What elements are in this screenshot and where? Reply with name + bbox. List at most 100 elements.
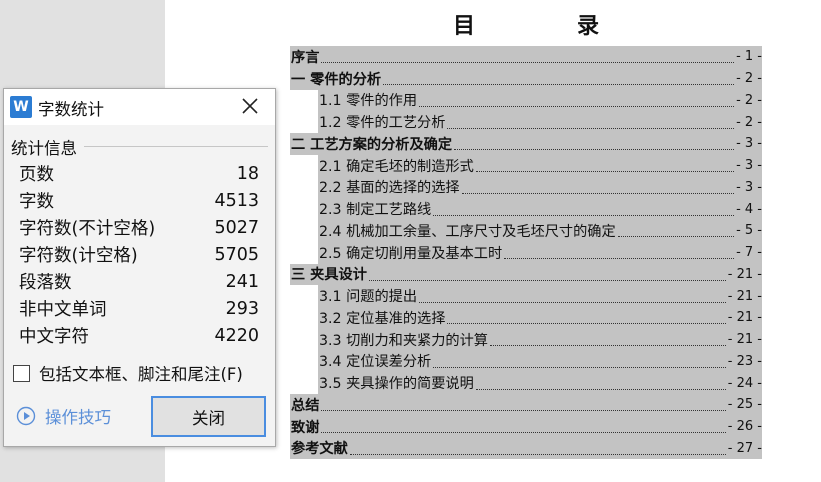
toc-entry[interactable]: 3.2 定位基准的选择 - 21 - (290, 307, 762, 329)
toc-title: 目 录 (452, 13, 639, 39)
toc-leader-dots (617, 224, 735, 238)
toc-entry-text: 3.2 定位基准的选择 (319, 310, 446, 327)
toc-entry[interactable]: 3.1 问题的提出 - 21 - (290, 285, 762, 307)
toc-entry-page: - 7 - (736, 245, 762, 261)
stat-label: 字符数(不计空格) (19, 219, 156, 239)
toc-entry-page: - 21 - (727, 332, 762, 348)
dialog-title: 字数统计 (38, 100, 104, 119)
include-textbox-footnote-checkbox[interactable] (13, 364, 30, 382)
toc-entry-text: 三 夹具设计 (291, 267, 367, 284)
toc-entry-page: - 26 - (727, 419, 762, 435)
toc-entry-page: - 23 - (727, 353, 762, 369)
checkbox-label: 包括文本框、脚注和尾注(F) (39, 365, 243, 384)
toc-leader-dots (489, 333, 726, 347)
toc-leader-dots (433, 203, 735, 216)
toc-leader-dots (419, 290, 726, 303)
toc-entry[interactable]: 一 零件的分析 - 2 - (290, 67, 762, 90)
toc-entry-page: - 2 - (736, 71, 762, 87)
toc-entry-page: - 3 - (736, 158, 762, 174)
toc-entry-text: 1.1 零件的作用 (319, 93, 418, 110)
close-button[interactable]: 关闭 (151, 396, 266, 437)
toc-entry-text: 2.2 基面的选择的选择 (319, 180, 460, 197)
stat-row: 字符数(不计空格) 5027 (19, 214, 259, 241)
toc-entry-text: 序言 (291, 49, 320, 66)
toc-entry-text: 一 零件的分析 (291, 71, 382, 88)
toc-entry-text: 2.5 确定切削用量及基本工时 (319, 245, 503, 262)
toc-entry[interactable]: 3.3 切削力和夹紧力的计算 - 21 - (290, 328, 762, 351)
toc-leader-dots (383, 72, 735, 86)
toc-entry[interactable]: 1.2 零件的工艺分析 - 2 - (290, 111, 762, 133)
toc-entry-text: 参考文献 (291, 441, 348, 458)
toc-entry[interactable]: 二 工艺方案的分析及确定 - 3 - (290, 133, 762, 155)
toc-entry-page: - 21 - (727, 288, 762, 304)
toc-leader-dots (447, 311, 726, 325)
toc-entry-page: - 24 - (727, 375, 762, 391)
toc-entry-text: 1.2 零件的工艺分析 (319, 115, 446, 132)
dialog-titlebar: W 字数统计 (4, 89, 275, 125)
stat-label: 字数 (19, 192, 54, 212)
toc-entry-page: - 4 - (736, 201, 762, 217)
toc-entry[interactable]: 2.2 基面的选择的选择 - 3 - (290, 176, 762, 199)
stat-row: 中文字符 4220 (19, 322, 259, 349)
stat-row: 非中文单词 293 (19, 295, 259, 322)
stat-label: 页数 (19, 165, 54, 185)
toc-entry[interactable]: 参考文献 - 27 - (290, 437, 762, 460)
toc-entry-text: 总结 (291, 397, 320, 414)
toc-leader-dots (475, 377, 726, 390)
toc-leader-dots (454, 137, 735, 151)
toc-entry[interactable]: 3.4 定位误差分析 - 23 - (290, 350, 762, 373)
toc-entry[interactable]: 总结 - 25 - (290, 394, 762, 416)
toc-entry[interactable]: 3.5 夹具操作的简要说明 - 24 - (290, 372, 762, 394)
stat-label: 字符数(计空格) (19, 246, 138, 266)
toc-entry-text: 3.4 定位误差分析 (319, 354, 432, 371)
stat-value: 5705 (214, 244, 259, 265)
stat-value: 293 (225, 298, 259, 319)
toc-entry-text: 2.1 确定毛坯的制造形式 (319, 158, 474, 175)
toc-leader-dots (321, 420, 726, 434)
section-divider (84, 146, 268, 147)
toc-entry-page: - 5 - (736, 223, 762, 239)
toc-leader-dots (447, 116, 735, 129)
stat-label: 中文字符 (19, 327, 89, 347)
close-icon[interactable] (239, 95, 261, 117)
toc-leader-dots (368, 268, 726, 281)
stat-value: 241 (225, 271, 259, 292)
toc-leader-dots (349, 442, 726, 455)
toc-entry-text: 2.4 机械加工余量、工序尺寸及毛坯尺寸的确定 (319, 223, 616, 240)
tips-label: 操作技巧 (45, 408, 111, 427)
tips-link[interactable]: 操作技巧 (16, 404, 111, 428)
toc-leader-dots (475, 159, 735, 173)
section-label: 统计信息 (11, 135, 81, 159)
toc-entry[interactable]: 2.1 确定毛坯的制造形式 - 3 - (290, 154, 762, 177)
toc-entry[interactable]: 2.3 制定工艺路线 - 4 - (290, 198, 762, 220)
toc-entry-page: - 21 - (727, 310, 762, 326)
include-textbox-footnote-checkbox-row[interactable]: 包括文本框、脚注和尾注(F) (13, 361, 243, 385)
stat-value: 4513 (214, 190, 259, 211)
stat-row: 字符数(计空格) 5705 (19, 241, 259, 268)
stat-label: 段落数 (19, 273, 72, 293)
toc-entry-page: - 1 - (736, 49, 762, 65)
toc-entry[interactable]: 三 夹具设计 - 21 - (290, 263, 762, 286)
stat-row: 字数 4513 (19, 187, 259, 214)
toc-entry-text: 致谢 (291, 419, 320, 436)
play-circle-icon (16, 406, 36, 426)
toc-entry[interactable]: 2.5 确定切削用量及基本工时 - 7 - (290, 241, 762, 264)
stat-label: 非中文单词 (19, 300, 107, 320)
toc-entry-page: - 3 - (736, 136, 762, 152)
toc-entry[interactable]: 序言 - 1 - (290, 46, 762, 68)
toc-leader-dots (504, 246, 735, 260)
stat-row: 页数 18 (19, 160, 259, 187)
toc-leader-dots (433, 355, 726, 368)
toc-entry-page: - 25 - (727, 397, 762, 413)
wps-writer-icon: W (10, 96, 32, 118)
toc-entry-page: - 3 - (736, 179, 762, 195)
stat-value: 18 (236, 163, 259, 184)
toc-entry[interactable]: 1.1 零件的作用 - 2 - (290, 89, 762, 112)
toc-entry-text: 2.3 制定工艺路线 (319, 202, 432, 219)
stat-value: 5027 (214, 217, 259, 238)
table-of-contents: 序言 - 1 -一 零件的分析 - 2 -1.1 零件的作用 - 2 -1.2 零件的… (290, 46, 762, 460)
stats-list: 页数 18 字数 4513 字符数(不计空格) 5027 字符数(计空格) 5705 段落数 24… (19, 160, 259, 349)
toc-entry[interactable]: 致谢 - 26 - (290, 415, 762, 438)
toc-entry-text: 3.1 问题的提出 (319, 289, 418, 306)
toc-entry[interactable]: 2.4 机械加工余量、工序尺寸及毛坯尺寸的确定 - 5 - (290, 220, 762, 242)
